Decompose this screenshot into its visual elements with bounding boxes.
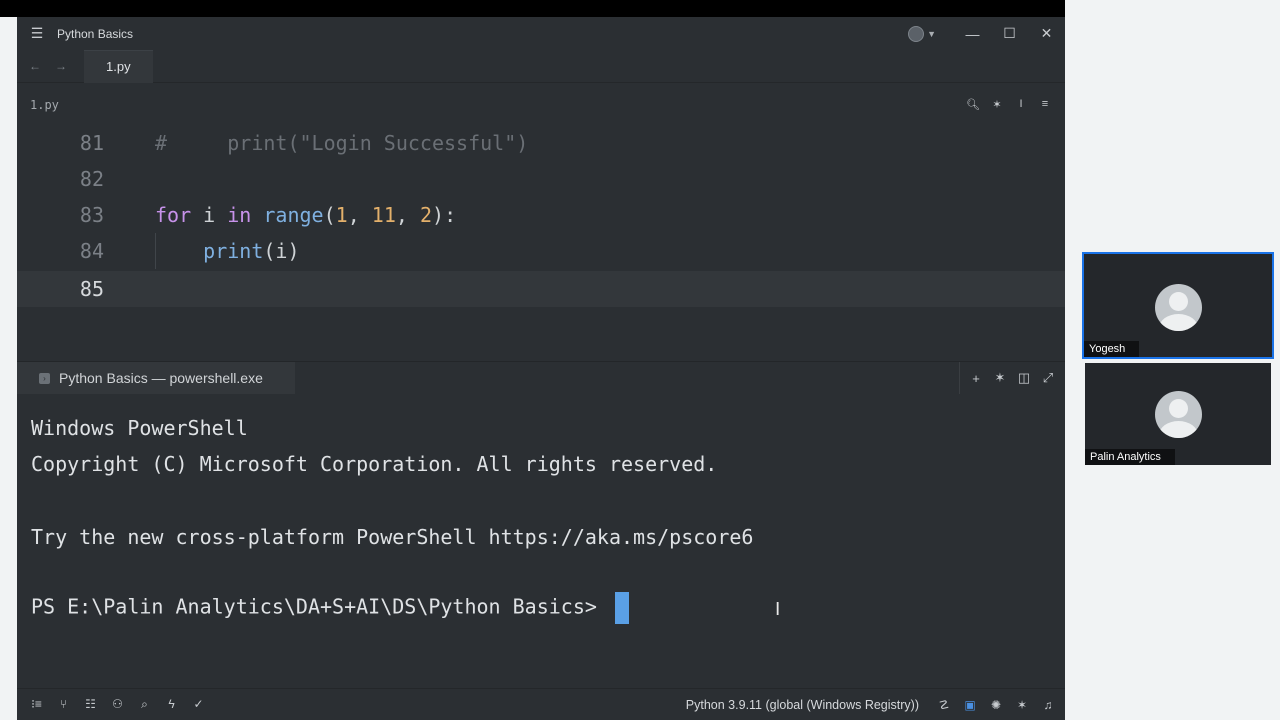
code-text: # print("Login Successful") [155, 131, 529, 155]
maximize-icon[interactable]: ☐ [991, 25, 1028, 42]
back-arrow-icon[interactable]: ← [22, 59, 48, 73]
code-line: 81 # print("Login Successful") [17, 125, 1065, 161]
code-line: 84 print(i) [17, 233, 1065, 269]
git-branch-icon[interactable]: ⑂ [50, 697, 77, 712]
avatar [1155, 391, 1202, 438]
sparkle-icon[interactable]: ✶ [985, 98, 1009, 111]
account-avatar-icon [908, 25, 925, 42]
expand-icon[interactable]: ⤢ [1036, 370, 1060, 386]
sparkle-icon[interactable]: ✶ [988, 370, 1012, 386]
interpreter-selector[interactable]: Python 3.9.11 (global (Windows Registry)… [686, 698, 919, 712]
structure-icon[interactable]: ☷ [77, 697, 104, 712]
terminal-tab[interactable]: › Python Basics — powershell.exe [17, 361, 295, 395]
ibeam-cursor-icon: I [775, 599, 781, 620]
hamburger-menu-icon[interactable]: ☰ [17, 25, 57, 42]
cursor-icon[interactable]: I [1009, 98, 1033, 111]
code-line: 82 [17, 161, 1065, 197]
sparkle-icon[interactable]: ✶ [1009, 698, 1035, 712]
terminal-output[interactable]: Windows PowerShell Copyright (C) Microso… [17, 394, 1065, 688]
participant-tile-palin-analytics[interactable]: Palin Analytics [1085, 363, 1271, 465]
tab-label: 1.py [106, 59, 131, 74]
editor-header: 1.py 🔍︎ ✶ I ≡ [17, 87, 1065, 122]
code-editor[interactable]: 81 # print("Login Successful") 82 83 for… [17, 123, 1065, 361]
status-bar: ⁝≡ ⑂ ☷ ⚇ ⌕ ϟ ✓ Python 3.9.11 (global (Wi… [17, 688, 1065, 720]
tab-bar: ← → 1.py [17, 49, 1065, 83]
line-number: 82 [79, 167, 104, 191]
search-icon[interactable]: ⌕ [131, 697, 158, 712]
project-icon[interactable]: ⁝≡ [23, 697, 50, 712]
plus-icon[interactable]: + [964, 371, 988, 386]
line-number: 83 [79, 203, 104, 227]
split-icon[interactable]: ◫ [1012, 370, 1036, 386]
powershell-icon: › [39, 372, 50, 384]
terminal-tab-label: Python Basics — powershell.exe [59, 370, 263, 386]
terminal-prompt: PS E:\Palin Analytics\DA+S+AI\DS\Python … [31, 594, 609, 619]
account-menu[interactable]: ▼ [908, 25, 936, 42]
chevron-down-icon: ▼ [927, 28, 936, 39]
terminal-cursor [614, 592, 629, 624]
editor-filename: 1.py [30, 97, 59, 112]
bell-icon[interactable]: ♫ [1035, 698, 1061, 712]
terminal-line: Try the new cross-platform PowerShell ht… [31, 525, 754, 549]
close-icon[interactable]: ✕ [1028, 25, 1065, 42]
line-number: 81 [79, 131, 104, 155]
ide-window: ☰ Python Basics ▼ — ☐ ✕ ← → 1.py 1.py 🔍︎… [17, 17, 1065, 720]
editor-mode-icon[interactable]: ▣ [957, 698, 983, 712]
participant-tile-yogesh[interactable]: Yogesh [1082, 252, 1274, 359]
translate-icon[interactable]: ☡ [931, 698, 957, 712]
code-text: for i in range(1, 11, 2): [155, 203, 457, 227]
terminal-prompt-line: PS E:\Palin Analytics\DA+S+AI\DS\Python … [31, 592, 629, 624]
settings-sliders-icon[interactable]: ≡ [1033, 98, 1057, 111]
forward-arrow-icon[interactable]: → [48, 59, 74, 73]
debug-icon[interactable]: ✺ [983, 698, 1009, 712]
top-black-bar [0, 0, 1065, 17]
terminal-header: › Python Basics — powershell.exe + ✶ ◫ ⤢ [17, 361, 1065, 395]
check-icon[interactable]: ✓ [185, 697, 212, 712]
search-icon[interactable]: 🔍︎ [961, 98, 985, 111]
line-number: 85 [79, 277, 104, 301]
code-line: 83 for i in range(1, 11, 2): [17, 197, 1065, 233]
avatar [1155, 284, 1202, 331]
line-number: 84 [79, 239, 104, 263]
title-bar: ☰ Python Basics ▼ — ☐ ✕ [17, 17, 1065, 50]
terminal-line: Copyright (C) Microsoft Corporation. All… [31, 452, 718, 476]
participant-name: Yogesh [1084, 341, 1140, 357]
lightning-icon[interactable]: ϟ [158, 697, 185, 712]
participant-name: Palin Analytics [1085, 449, 1175, 465]
users-icon[interactable]: ⚇ [104, 697, 131, 712]
code-line-active: 85 [17, 271, 1065, 307]
code-text: print(i) [203, 239, 300, 263]
terminal-line: Windows PowerShell [31, 416, 248, 440]
minimize-icon[interactable]: — [954, 26, 991, 42]
tab-1-py[interactable]: 1.py [84, 49, 153, 83]
window-title: Python Basics [57, 26, 134, 41]
